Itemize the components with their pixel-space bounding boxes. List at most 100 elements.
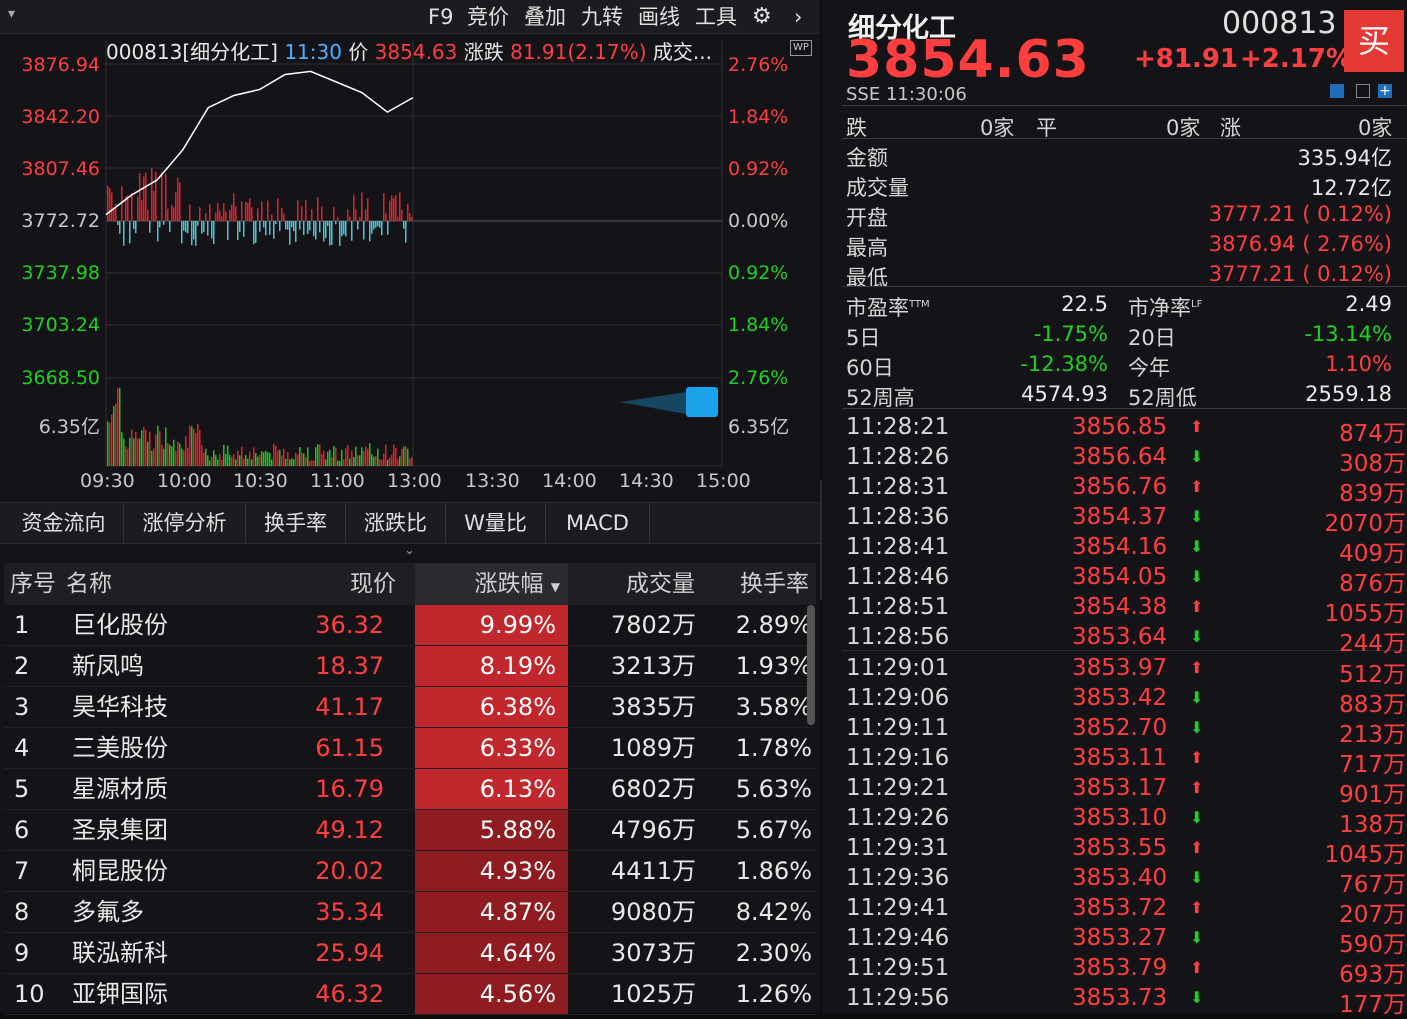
row-volume: 4796万	[610, 816, 696, 844]
volume-bar	[385, 444, 387, 466]
table-row[interactable]: 9 联泓新科 25.94 4.64% 3073万 2.30%	[4, 933, 816, 974]
money-flow-bar	[217, 202, 219, 221]
volume-bar	[211, 456, 213, 466]
edit-icon[interactable]	[1330, 84, 1344, 98]
money-flow-bar	[109, 188, 111, 221]
tick-row: 11:28:36 3854.37 ⬇ 2070万	[846, 504, 1406, 537]
row-turnover: 5.63%	[735, 775, 812, 803]
volume-bar	[313, 460, 315, 466]
volume-bar	[293, 459, 295, 466]
money-flow-bar	[173, 207, 175, 221]
row-price: 35.34	[315, 898, 384, 926]
money-flow-bar	[383, 193, 385, 221]
volume-bar	[359, 455, 361, 466]
flow-indicator-icon[interactable]	[686, 387, 718, 417]
money-flow-bar	[385, 213, 387, 221]
money-flow-bar	[191, 221, 193, 246]
th-volume[interactable]: 成交量	[626, 563, 695, 605]
volume-bar	[339, 460, 341, 466]
tab-macd[interactable]: MACD	[546, 503, 650, 543]
tick-price: 3854.16	[1072, 534, 1168, 560]
volume-bar	[311, 460, 313, 466]
row-volume: 7802万	[610, 611, 696, 639]
row-turnover: 3.58%	[735, 693, 812, 721]
volume-bar	[179, 443, 181, 466]
table-scrollbar[interactable]	[807, 605, 815, 725]
money-flow-bar	[149, 221, 151, 233]
volume-bar	[295, 452, 297, 466]
table-row[interactable]: 7 桐昆股份 20.02 4.93% 4411万 1.86%	[4, 851, 816, 892]
table-row[interactable]: 4 三美股份 61.15 6.33% 1089万 1.78%	[4, 728, 816, 769]
table-row[interactable]: 1 巨化股份 36.32 9.99% 7802万 2.89%	[4, 605, 816, 646]
arrow-up-icon: ⬆	[1190, 958, 1204, 977]
row-no: 1	[14, 611, 30, 639]
row-no: 2	[14, 652, 30, 680]
row-pct: 8.19%	[415, 646, 568, 686]
expand-icon[interactable]: ⌄	[404, 543, 415, 558]
volume-bar	[369, 443, 371, 466]
th-turnover[interactable]: 换手率	[740, 563, 809, 605]
tick-price: 3852.70	[1072, 715, 1168, 741]
row-name: 新凤鸣	[72, 652, 144, 680]
table-row[interactable]: 3 昊华科技 41.17 6.38% 3835万 3.58%	[4, 687, 816, 728]
hi52-value: 4574.93	[1021, 382, 1108, 406]
window-icon[interactable]	[1356, 84, 1370, 98]
volume-bar	[345, 448, 347, 466]
th-price[interactable]: 现价	[350, 563, 396, 605]
add-icon[interactable]: +	[1378, 84, 1392, 98]
row-pct: 4.56%	[415, 974, 568, 1014]
volume-bar	[307, 447, 309, 466]
th-no[interactable]: 序号	[10, 563, 56, 605]
money-flow-bar	[355, 209, 357, 221]
table-row[interactable]: 8 多氟多 35.34 4.87% 9080万 8.42%	[4, 892, 816, 933]
volume-bar	[383, 453, 385, 466]
tick-price: 3853.42	[1072, 685, 1168, 711]
table-row[interactable]: 2 新凤鸣 18.37 8.19% 3213万 1.93%	[4, 646, 816, 687]
row-turnover: 1.86%	[735, 857, 812, 885]
last-price: 3854.63	[846, 30, 1090, 90]
money-flow-bar	[211, 221, 213, 239]
tab-volume-ratio[interactable]: W量比	[446, 503, 546, 543]
volume-bar	[315, 447, 317, 466]
money-flow-bar	[153, 191, 155, 221]
intraday-chart[interactable]	[0, 0, 820, 470]
volume-bar	[155, 434, 157, 466]
money-flow-bar	[407, 203, 409, 221]
th-pct[interactable]: 涨跌幅 ▼	[415, 563, 568, 605]
table-row[interactable]: 5 星源材质 16.79 6.13% 6802万 5.63%	[4, 769, 816, 810]
volume-bar	[221, 459, 223, 466]
money-flow-bar	[239, 221, 241, 232]
money-flow-bar	[297, 200, 299, 221]
money-flow-bar	[265, 221, 267, 236]
tick-volume: 207万	[1339, 902, 1406, 928]
money-flow-bar	[257, 208, 259, 221]
money-flow-bar	[183, 221, 185, 231]
tick-volume: 874万	[1339, 421, 1406, 447]
volume-bar	[327, 451, 329, 466]
volume-bar	[381, 459, 383, 466]
th-name[interactable]: 名称	[66, 563, 112, 605]
tab-limit-up[interactable]: 涨停分析	[124, 503, 246, 543]
volume-bar	[265, 450, 267, 466]
table-row[interactable]: 6 圣泉集团 49.12 5.88% 4796万 5.67%	[4, 810, 816, 851]
volume-bar	[131, 429, 133, 466]
row-pct: 6.38%	[415, 687, 568, 727]
money-flow-bar	[177, 177, 179, 221]
tab-adv-decl[interactable]: 涨跌比	[346, 503, 446, 543]
tab-money-flow[interactable]: 资金流向	[4, 503, 124, 543]
volume-bar	[277, 450, 279, 466]
table-row[interactable]: 10 亚钾国际 46.32 4.56% 1025万 1.26%	[4, 974, 816, 1015]
volume-bar	[205, 448, 207, 466]
exchange-time: SSE 11:30:06	[846, 84, 967, 105]
arrow-up-icon: ⬆	[1190, 477, 1204, 496]
arrow-down-icon: ⬇	[1190, 808, 1204, 827]
volume-bar	[151, 450, 153, 466]
volume-bar	[255, 453, 257, 466]
tab-turnover[interactable]: 换手率	[246, 503, 346, 543]
tick-price: 3853.79	[1072, 955, 1168, 981]
volume-bar	[395, 447, 397, 466]
buy-button[interactable]: 买	[1344, 10, 1404, 72]
money-flow-bar	[161, 171, 163, 221]
row-turnover: 1.93%	[735, 652, 812, 680]
money-flow-bar	[219, 210, 221, 221]
